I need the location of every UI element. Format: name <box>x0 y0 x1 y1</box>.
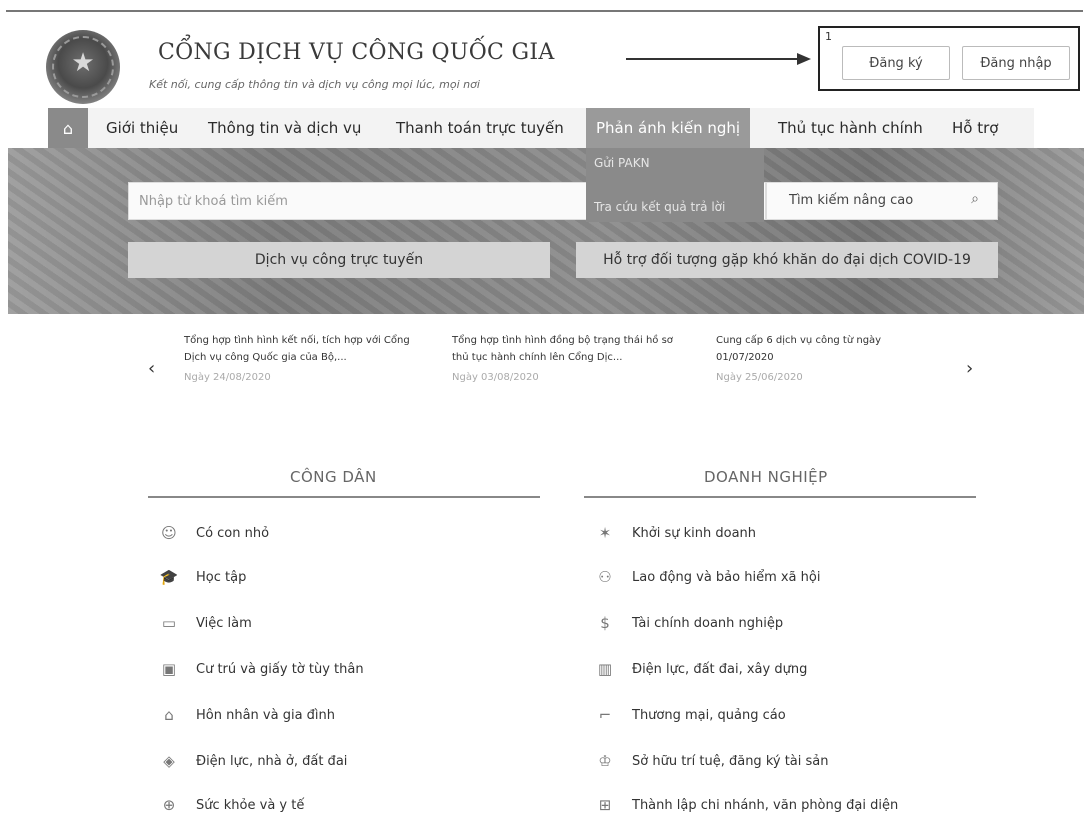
nav-item-support[interactable]: Hỗ trợ <box>952 108 998 148</box>
business-item-ip[interactable]: ♔ Sở hữu trí tuệ, đăng ký tài sản <box>594 750 829 772</box>
citizen-divider <box>148 496 540 498</box>
covid-support-button[interactable]: Hỗ trợ đối tượng gặp khó khăn do đại dịc… <box>576 242 998 278</box>
dropdown-item-send-feedback[interactable]: Gửi PAKN <box>594 156 650 170</box>
news-title[interactable]: Tổng hợp tình hình kết nối, tích hợp với… <box>184 332 419 366</box>
building-icon: ▥ <box>597 660 613 678</box>
business-item-labor[interactable]: ⚇ Lao động và bảo hiểm xã hội <box>594 566 820 588</box>
business-item-startup[interactable]: ✶ Khởi sự kinh doanh <box>594 522 756 544</box>
category-label: Điện lực, nhà ở, đất đai <box>196 753 348 769</box>
business-item-finance[interactable]: $ Tài chính doanh nghiệp <box>594 612 783 634</box>
news-item[interactable]: Tổng hợp tình hình đồng bộ trạng thái hồ… <box>452 332 687 383</box>
citizen-item-education[interactable]: 🎓 Học tập <box>158 566 247 588</box>
baby-icon: ☺ <box>161 524 177 542</box>
rocket-icon: ✶ <box>598 524 612 542</box>
business-item-construction[interactable]: ▥ Điện lực, đất đai, xây dựng <box>594 658 807 680</box>
briefcase-icon: ▭ <box>161 614 177 632</box>
org-chart-icon: ⊞ <box>598 796 612 814</box>
citizen-item-employment[interactable]: ▭ Việc làm <box>158 612 252 634</box>
category-label: Lao động và bảo hiểm xã hội <box>632 569 821 585</box>
news-title[interactable]: Cung cấp 6 dịch vụ công từ ngày 01/07/20… <box>716 332 916 366</box>
annotation-number: 1 <box>825 30 832 43</box>
business-item-trade[interactable]: ⌐ Thương mại, quảng cáo <box>594 704 786 726</box>
graduation-cap-icon: 🎓 <box>159 568 179 586</box>
site-title[interactable]: CỔNG DỊCH VỤ CÔNG QUỐC GIA <box>158 40 555 65</box>
category-label: Việc làm <box>196 615 252 631</box>
search-placeholder: Nhập từ khoá tìm kiếm <box>139 194 288 209</box>
advertising-icon: ⌐ <box>598 706 612 724</box>
nav-item-feedback[interactable]: Phản ánh kiến nghị <box>586 108 751 148</box>
annotation-box: 1 Đăng ký Đăng nhập <box>818 26 1080 91</box>
nav-item-about[interactable]: Giới thiệu <box>106 108 178 148</box>
category-label: Sở hữu trí tuệ, đăng ký tài sản <box>632 753 829 769</box>
nav-item-online-payment[interactable]: Thanh toán trực tuyến <box>396 108 564 148</box>
category-label: Thương mại, quảng cáo <box>632 707 786 723</box>
login-button[interactable]: Đăng nhập <box>962 46 1070 80</box>
annotation-arrow <box>626 53 811 66</box>
news-date: Ngày 24/08/2020 <box>184 372 271 383</box>
site-subtitle: Kết nối, cung cấp thông tin và dịch vụ c… <box>149 78 480 91</box>
category-label: Hôn nhân và gia đình <box>196 707 336 723</box>
category-label: Tài chính doanh nghiệp <box>632 615 784 631</box>
chevron-right-icon[interactable]: › <box>966 358 973 379</box>
feedback-dropdown-menu: Gửi PAKN Tra cứu kết quả trả lời <box>586 148 764 222</box>
news-item[interactable]: Cung cấp 6 dịch vụ công từ ngày 01/07/20… <box>716 332 916 383</box>
citizen-item-health[interactable]: ⊕ Sức khỏe và y tế <box>158 794 305 816</box>
news-item[interactable]: Tổng hợp tình hình kết nối, tích hợp với… <box>184 332 419 383</box>
citizen-item-marriage[interactable]: ⌂ Hôn nhân và gia đình <box>158 704 335 726</box>
category-label: Sức khỏe và y tế <box>196 797 305 813</box>
citizen-item-housing[interactable]: ◈ Điện lực, nhà ở, đất đai <box>158 750 347 772</box>
search-icon[interactable]: ⌕ <box>971 191 979 207</box>
national-emblem-logo[interactable]: ★ <box>46 30 120 104</box>
nav-item-info-services[interactable]: Thông tin và dịch vụ <box>208 108 361 148</box>
advanced-search-label: Tìm kiếm nâng cao <box>789 193 914 208</box>
business-section-title: DOANH NGHIỆP <box>704 468 828 486</box>
advanced-search-button[interactable]: Tìm kiếm nâng cao ⌕ <box>766 182 998 220</box>
people-icon: ⚇ <box>598 568 612 586</box>
main-nav: ⌂ Giới thiệu Thông tin và dịch vụ Thanh … <box>48 108 1034 148</box>
category-label: Có con nhỏ <box>196 525 270 541</box>
business-divider <box>584 496 976 498</box>
category-label: Học tập <box>196 569 247 585</box>
hero-banner <box>8 148 1084 314</box>
citizen-item-children[interactable]: ☺ Có con nhỏ <box>158 522 269 544</box>
news-title[interactable]: Tổng hợp tình hình đồng bộ trạng thái hồ… <box>452 332 687 366</box>
dollar-icon: $ <box>600 614 610 632</box>
medical-cross-icon: ⊕ <box>162 796 176 814</box>
category-label: Điện lực, đất đai, xây dựng <box>632 661 808 677</box>
home-icon[interactable]: ⌂ <box>48 108 88 148</box>
news-date: Ngày 25/06/2020 <box>716 372 803 383</box>
id-card-icon: ▣ <box>161 660 177 678</box>
top-divider <box>6 10 1083 12</box>
category-label: Cư trú và giấy tờ tùy thân <box>196 661 364 677</box>
category-label: Thành lập chi nhánh, văn phòng đại diện <box>632 797 899 813</box>
dropdown-item-lookup-results[interactable]: Tra cứu kết quả trả lời <box>594 200 725 214</box>
citizen-section-title: CÔNG DÂN <box>290 468 377 486</box>
citizen-item-residence[interactable]: ▣ Cư trú và giấy tờ tùy thân <box>158 658 364 680</box>
chevron-left-icon[interactable]: ‹ <box>148 358 155 379</box>
news-date: Ngày 03/08/2020 <box>452 372 539 383</box>
business-item-branch[interactable]: ⊞ Thành lập chi nhánh, văn phòng đại diện <box>594 794 899 816</box>
online-services-button[interactable]: Dịch vụ công trực tuyến <box>128 242 550 278</box>
category-label: Khởi sự kinh doanh <box>632 525 757 541</box>
register-button[interactable]: Đăng ký <box>842 46 950 80</box>
land-icon: ◈ <box>163 752 175 770</box>
emblem-ring <box>52 36 114 98</box>
award-icon: ♔ <box>598 752 612 770</box>
family-home-icon: ⌂ <box>164 706 174 724</box>
nav-item-procedures[interactable]: Thủ tục hành chính <box>778 108 923 148</box>
